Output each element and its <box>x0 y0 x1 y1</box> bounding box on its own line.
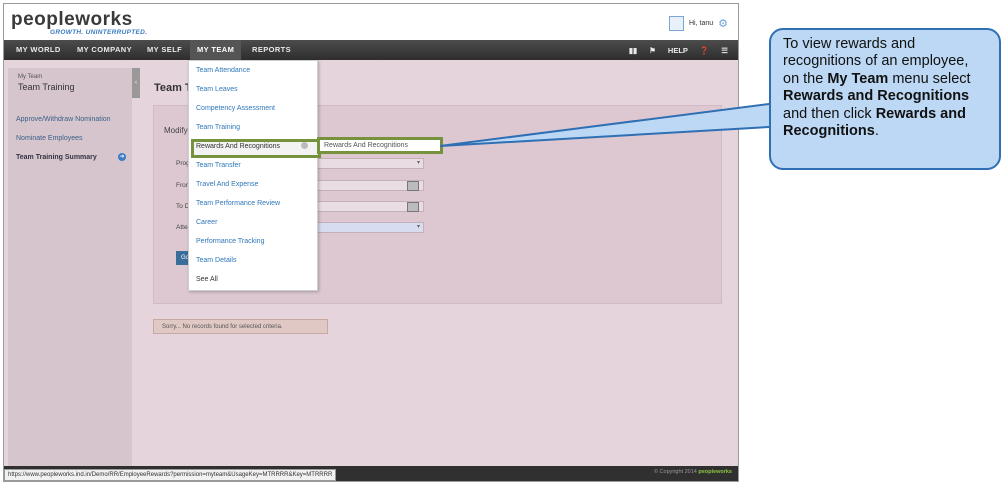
callout-text-4: . <box>874 123 879 140</box>
callout-text-2: menu select <box>888 70 971 87</box>
callout-bold-1: My Team <box>827 70 889 87</box>
callout-bold-2: Rewards and Recognitions <box>783 88 970 105</box>
instruction-callout: To view rewards and recognitions of an e… <box>769 28 1001 170</box>
callout-text-3: and then click <box>783 105 876 122</box>
